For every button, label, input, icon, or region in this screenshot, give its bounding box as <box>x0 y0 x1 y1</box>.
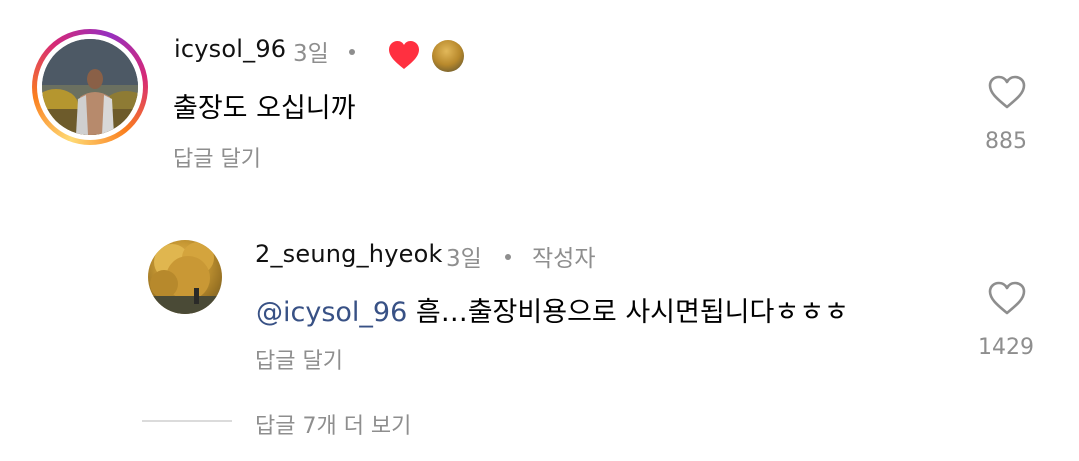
avatar-photo-shape <box>148 242 222 314</box>
commenter-avatar-ring[interactable] <box>32 29 148 145</box>
reply-button[interactable]: 답글 달기 <box>173 141 261 173</box>
meta-separator-dot <box>349 49 355 55</box>
comment-timestamp: 3일 <box>293 41 329 67</box>
heart-outline-icon <box>988 281 1026 315</box>
like-button[interactable] <box>987 74 1027 110</box>
reply-author-avatar[interactable] <box>148 240 222 314</box>
meta-separator-dot <box>505 254 511 260</box>
avatar-ring-inner <box>37 34 143 140</box>
like-button[interactable] <box>987 280 1027 316</box>
like-count: 1429 <box>978 335 1034 360</box>
reply-text: @icysol_96 흠…출장비용으로 사시면됩니다ㅎㅎㅎ <box>256 290 849 329</box>
commenter-avatar <box>42 39 138 135</box>
reply-button[interactable]: 답글 달기 <box>255 343 343 375</box>
view-more-replies-button[interactable]: 답글 7개 더 보기 <box>255 408 411 440</box>
reply-timestamp: 3일 <box>446 246 482 272</box>
view-more-divider <box>142 420 232 422</box>
avatar-photo-shape <box>42 39 138 135</box>
like-count: 885 <box>985 129 1027 154</box>
heart-filled-icon <box>388 40 420 74</box>
reply-body: 흠…출장비용으로 사시면됩니다ㅎㅎㅎ <box>407 297 849 328</box>
reply-username[interactable]: 2_seung_hyeok <box>255 240 443 268</box>
author-badge: 작성자 <box>532 246 596 272</box>
author-liked-avatar <box>432 40 464 72</box>
comment-text: 출장도 오십니까 <box>173 93 356 124</box>
mention-link[interactable]: @icysol_96 <box>256 297 407 328</box>
heart-outline-icon <box>988 75 1026 109</box>
commenter-username[interactable]: icysol_96 <box>174 35 286 63</box>
